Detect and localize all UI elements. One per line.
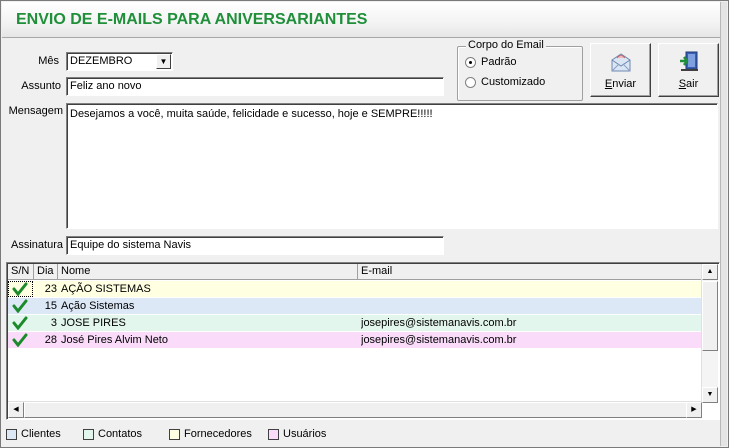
cell-nome: JOSE PIRES — [61, 317, 126, 329]
checkmark-icon[interactable] — [12, 333, 28, 350]
mes-select[interactable]: DEZEMBRO ▼ — [66, 52, 173, 71]
horizontal-scroll-thumb[interactable] — [24, 402, 689, 418]
legend-label: Contatos — [98, 428, 143, 440]
cell-nome: AÇÃO SISTEMAS — [61, 283, 151, 295]
legend-fornecedores: Fornecedores — [169, 428, 252, 440]
cell-dia: 15 — [44, 300, 57, 312]
recipients-table: S/N Dia Nome E-mail 23 AÇÃO SISTEMAS 15 … — [6, 262, 720, 420]
header-bar: ENVIO DE E-MAILS PARA ANIVERSARIANTES — [2, 2, 723, 38]
legend-swatch — [6, 428, 17, 440]
corpo-email-title: Corpo do Email — [466, 39, 546, 51]
cell-email — [361, 298, 701, 315]
table-vertical-scrollbar[interactable]: ▲ ▼ — [701, 264, 718, 403]
radio-customizado-label: Customizado — [481, 76, 546, 88]
table-row[interactable]: 23 AÇÃO SISTEMAS — [8, 281, 703, 298]
column-header-email[interactable]: E-mail — [358, 264, 703, 280]
vertical-scroll-thumb[interactable] — [702, 281, 718, 351]
cell-dia: 28 — [44, 334, 57, 346]
column-header-dia[interactable]: Dia — [34, 264, 58, 280]
assinatura-label: Assinatura — [11, 239, 63, 251]
main-window: ENVIO DE E-MAILS PARA ANIVERSARIANTES Mê… — [0, 0, 729, 448]
envelope-icon — [609, 50, 633, 77]
enviar-button[interactable]: Enviar — [590, 43, 651, 97]
checkmark-icon[interactable] — [12, 316, 28, 333]
assunto-input[interactable]: Feliz ano novo — [66, 77, 444, 96]
assinatura-input[interactable]: Equipe do sistema Navis — [66, 236, 444, 255]
window-edge — [720, 2, 727, 446]
cell-dia: 3 — [50, 317, 57, 329]
legend-swatch — [169, 428, 180, 440]
legend-clientes: Clientes — [6, 428, 61, 440]
mensagem-label: Mensagem — [8, 105, 63, 117]
assunto-label: Assunto — [21, 80, 61, 92]
column-header-nome[interactable]: Nome — [58, 264, 358, 280]
cell-email: josepires@sistemanavis.com.br — [361, 334, 517, 346]
legend-swatch — [83, 428, 94, 440]
cell-nome: Ação Sistemas — [61, 300, 135, 312]
mensagem-textarea[interactable]: Desejamos a você, muita saúde, felicidad… — [66, 103, 718, 229]
checkmark-icon[interactable] — [12, 299, 28, 316]
page-title: ENVIO DE E-MAILS PARA ANIVERSARIANTES — [16, 11, 368, 28]
mes-select-value: DEZEMBRO — [70, 55, 133, 67]
scroll-left-icon[interactable]: ◀ — [8, 402, 24, 418]
radio-padrao[interactable]: Padrão — [465, 56, 516, 68]
exit-door-icon — [678, 50, 700, 75]
legend-label: Usuários — [283, 428, 327, 440]
cell-email — [361, 281, 701, 298]
table-horizontal-scrollbar[interactable]: ◀ ▶ — [8, 401, 702, 418]
radio-checked-icon[interactable] — [465, 56, 476, 68]
radio-unchecked-icon[interactable] — [465, 76, 476, 88]
legend-swatch — [268, 428, 279, 440]
scroll-down-icon[interactable]: ▼ — [702, 387, 718, 403]
legend-usuarios: Usuários — [268, 428, 326, 440]
legend-label: Clientes — [21, 428, 61, 440]
radio-padrao-label: Padrão — [481, 56, 517, 68]
cell-email: josepires@sistemanavis.com.br — [361, 317, 517, 329]
scroll-right-icon[interactable]: ▶ — [686, 402, 702, 418]
table-row[interactable]: 3 JOSE PIRES josepires@sistemanavis.com.… — [8, 315, 703, 332]
column-header-sn[interactable]: S/N — [8, 264, 34, 280]
sair-button-label: Sair — [678, 78, 699, 90]
enviar-button-label: Enviar — [604, 78, 637, 90]
sair-button[interactable]: Sair — [658, 43, 719, 97]
mes-label: Mês — [38, 55, 59, 67]
table-row[interactable]: 15 Ação Sistemas — [8, 298, 703, 315]
chevron-down-icon[interactable]: ▼ — [156, 54, 171, 69]
checkmark-icon[interactable] — [12, 282, 28, 299]
table-row[interactable]: 28 José Pires Alvim Neto josepires@siste… — [8, 332, 703, 349]
cell-dia: 23 — [44, 283, 57, 295]
corpo-email-group: Corpo do Email Padrão Customizado — [457, 39, 583, 101]
radio-customizado[interactable]: Customizado — [465, 76, 545, 88]
cell-nome: José Pires Alvim Neto — [61, 334, 168, 346]
legend-contatos: Contatos — [83, 428, 142, 440]
legend-label: Fornecedores — [184, 428, 252, 440]
scroll-up-icon[interactable]: ▲ — [702, 264, 718, 280]
